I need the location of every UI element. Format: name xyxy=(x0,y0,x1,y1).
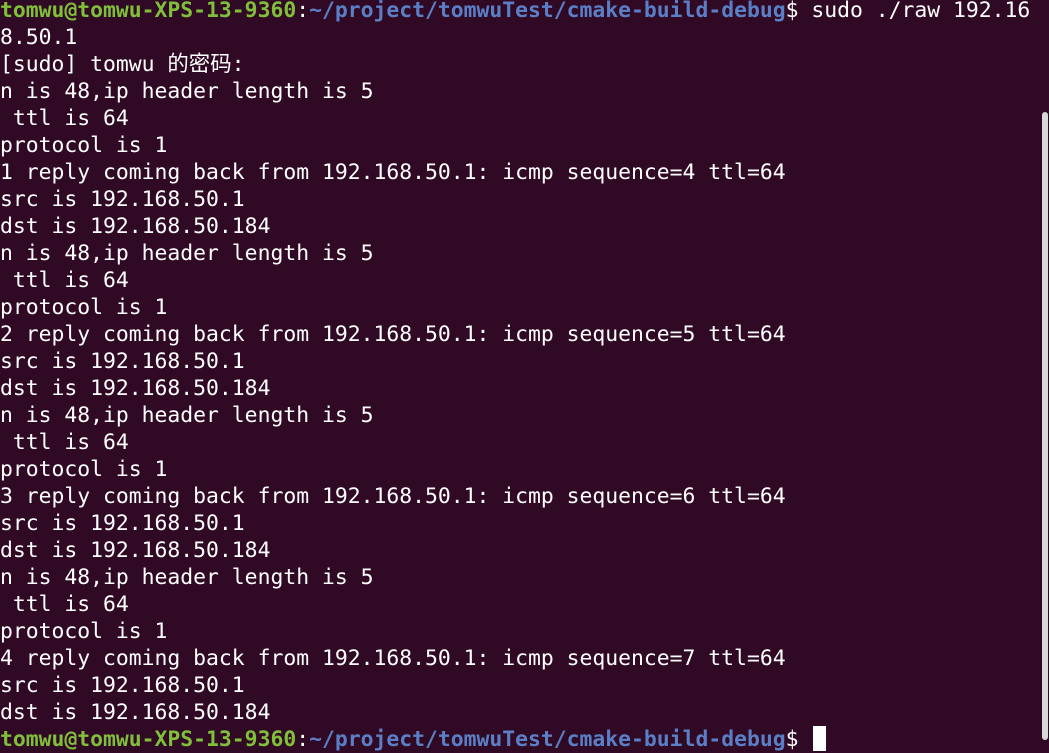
output-line: 1 reply coming back from 192.168.50.1: i… xyxy=(0,160,786,185)
prompt-path: ~/project/tomwuTest/cmake-build-debug xyxy=(309,727,786,752)
output-line: dst is 192.168.50.184 xyxy=(0,538,271,563)
output-line: 4 reply coming back from 192.168.50.1: i… xyxy=(0,646,786,671)
terminal-output[interactable]: tomwu@tomwu-XPS-13-9360:~/project/tomwuT… xyxy=(0,0,1040,753)
output-line: n is 48,ip header length is 5 xyxy=(0,79,374,104)
scrollbar-thumb[interactable] xyxy=(1042,112,1048,740)
output-line: protocol is 1 xyxy=(0,295,168,320)
output-line: ttl is 64 xyxy=(0,106,129,131)
output-line: src is 192.168.50.1 xyxy=(0,187,245,212)
output-line: n is 48,ip header length is 5 xyxy=(0,403,374,428)
output-line: ttl is 64 xyxy=(0,268,129,293)
prompt-separator: : xyxy=(296,727,310,752)
output-line: dst is 192.168.50.184 xyxy=(0,376,271,401)
prompt-path: ~/project/tomwuTest/cmake-build-debug xyxy=(309,0,786,23)
output-line: ttl is 64 xyxy=(0,592,129,617)
output-line: dst is 192.168.50.184 xyxy=(0,700,271,725)
prompt-user-host: tomwu@tomwu-XPS-13-9360 xyxy=(0,727,297,752)
output-line: src is 192.168.50.1 xyxy=(0,511,245,536)
output-line: 3 reply coming back from 192.168.50.1: i… xyxy=(0,484,786,509)
output-line: [sudo] tomwu 的密码: xyxy=(0,52,245,77)
output-line: n is 48,ip header length is 5 xyxy=(0,241,374,266)
text-cursor[interactable] xyxy=(813,726,827,751)
output-line: 2 reply coming back from 192.168.50.1: i… xyxy=(0,322,786,347)
output-line: protocol is 1 xyxy=(0,133,168,158)
output-line: dst is 192.168.50.184 xyxy=(0,214,271,239)
output-line: protocol is 1 xyxy=(0,619,168,644)
terminal-window[interactable]: tomwu@tomwu-XPS-13-9360:~/project/tomwuT… xyxy=(0,0,1049,753)
prompt-dollar: $ xyxy=(785,0,799,23)
command-line: tomwu@tomwu-XPS-13-9360:~/project/tomwuT… xyxy=(0,0,1040,24)
scrollbar[interactable] xyxy=(1040,0,1049,753)
prompt-user-host: tomwu@tomwu-XPS-13-9360 xyxy=(0,0,297,23)
command-text: sudo ./raw 192.16 xyxy=(798,0,1031,23)
output-line: src is 192.168.50.1 xyxy=(0,349,245,374)
output-line: src is 192.168.50.1 xyxy=(0,673,245,698)
active-prompt-line[interactable]: tomwu@tomwu-XPS-13-9360:~/project/tomwuT… xyxy=(0,726,1040,753)
command-wrap-line: 8.50.1 xyxy=(0,25,78,50)
output-line: protocol is 1 xyxy=(0,457,168,482)
prompt-separator: : xyxy=(296,0,310,23)
output-line: n is 48,ip header length is 5 xyxy=(0,565,374,590)
prompt-dollar: $ xyxy=(785,727,812,752)
output-line: ttl is 64 xyxy=(0,430,129,455)
